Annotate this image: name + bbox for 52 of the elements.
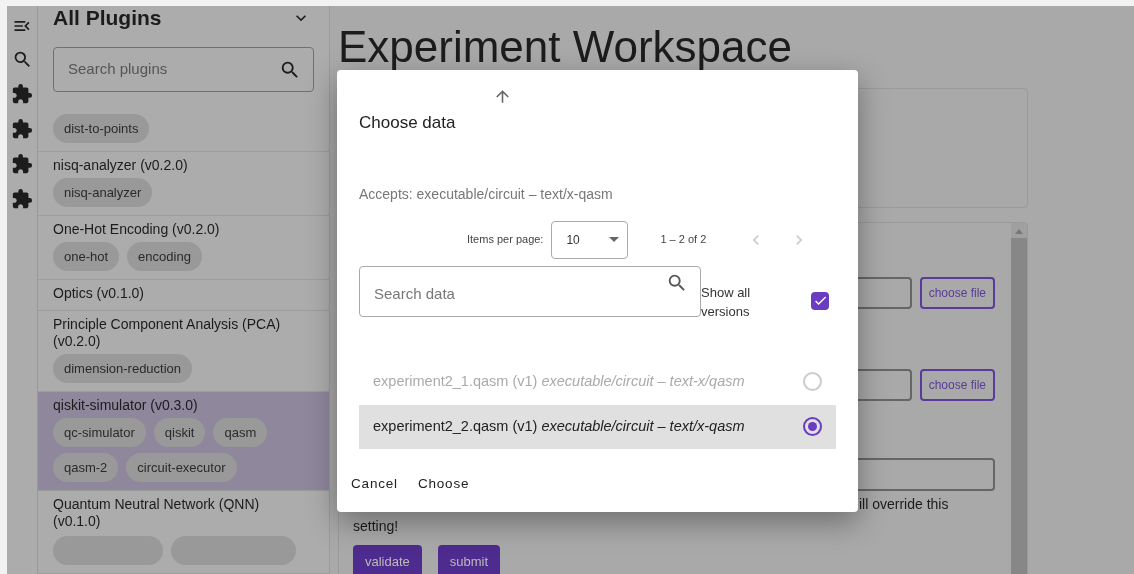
dialog-action-button[interactable]: Choose — [409, 470, 478, 498]
plugin-item[interactable]: qiskit-simulator (v0.3.0) qc-simulator qiskit qasm qasm-2 circuit-executor — [38, 392, 329, 491]
choose-file-button[interactable]: choose file — [919, 369, 995, 401]
plugin-item[interactable]: nisq-analyzer (v0.2.0) nisq-analyzer — [38, 152, 329, 216]
tag-chip[interactable]: encoding — [127, 242, 202, 271]
search-input[interactable]: Search data — [374, 282, 666, 305]
tag-chip[interactable]: one-hot — [53, 242, 120, 271]
search-field[interactable]: Search plugins — [53, 47, 314, 92]
form-button[interactable]: validate — [353, 545, 422, 574]
choose-file-button[interactable]: choose file — [919, 277, 995, 309]
sidebar-title: All Plugins — [53, 6, 162, 32]
tag-chip[interactable]: qiskit — [153, 418, 206, 447]
plugin-name: qiskit-simulator (v0.3.0) — [53, 396, 199, 414]
plugin-item[interactable]: Principle Component Analysis (PCA) (v0.2.0) dimension-reduction — [38, 311, 329, 392]
hint-text: setting! — [353, 517, 400, 536]
hint-text: ill override this — [859, 495, 950, 514]
plugin-name: Principle Component Analysis (PCA) (v0.2.0) — [53, 315, 282, 350]
up-arrow-icon[interactable] — [493, 87, 512, 106]
plugin-name: One-Hot Encoding (v0.2.0) — [53, 220, 221, 238]
plugin-name: Optics (v0.1.0) — [53, 284, 146, 302]
plugin-name: nisq-analyzer (v0.2.0) — [53, 156, 189, 174]
accepts-text: Accepts: executable/circuit – text/x-qasm — [359, 184, 614, 204]
page-title: Experiment Workspace — [338, 22, 794, 72]
plugin-item[interactable]: One-Hot Encoding (v0.2.0) one-hot encoding — [38, 216, 329, 280]
tag-chip[interactable]: qasm — [213, 418, 268, 447]
show-all-versions-label: Show all versions — [701, 283, 752, 321]
search-field[interactable]: Search data — [359, 265, 701, 317]
puzzle-icon[interactable] — [11, 83, 33, 105]
plugin-name: Quantum Neutral Network (QNN) (v0.1.0) — [53, 495, 261, 530]
page-size-select[interactable]: 10 — [551, 220, 629, 259]
items-per-page-label: Items per page: — [467, 232, 544, 248]
tag-chip[interactable]: qasm-2 — [53, 453, 119, 482]
plugin-item[interactable]: dist-to-points — [38, 107, 329, 152]
page-range: 1 – 2 of 2 — [660, 232, 707, 248]
tag-chip[interactable]: dist-to-points — [53, 114, 150, 143]
plugin-item[interactable]: Optics (v0.1.0) — [38, 280, 329, 311]
form-button[interactable]: submit — [437, 545, 501, 574]
tag-chip[interactable]: circuit-executor — [126, 453, 237, 482]
data-item[interactable]: experiment2_2.qasm (v1) executable/circuit – text/x-qasm — [359, 404, 836, 449]
puzzle-icon[interactable] — [11, 188, 33, 210]
radio-button[interactable] — [803, 417, 822, 436]
dialog-title: Choose data — [359, 112, 457, 134]
tag-chip[interactable]: dimension-reduction — [53, 354, 193, 383]
puzzle-icon[interactable] — [11, 153, 33, 175]
dropdown-icon — [609, 237, 620, 242]
search-input[interactable]: Search plugins — [68, 58, 279, 81]
scrollbar[interactable] — [1011, 223, 1027, 574]
tag-chip[interactable]: qc-simulator — [53, 418, 146, 447]
tag-chip[interactable]: nisq-analyzer — [53, 178, 153, 207]
show-all-checkbox[interactable] — [811, 291, 829, 310]
puzzle-icon[interactable] — [11, 118, 33, 140]
dialog-action-button[interactable]: Cancel — [343, 470, 406, 498]
